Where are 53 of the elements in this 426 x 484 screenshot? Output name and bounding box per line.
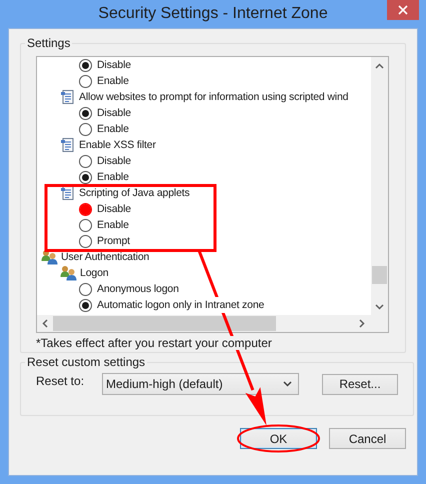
- setting-label[interactable]: Enable XSS filter: [79, 139, 156, 151]
- radio-option[interactable]: Enable: [79, 169, 129, 185]
- radio-option[interactable]: Automatic logon only in Intranet zone: [79, 297, 264, 313]
- radio-button[interactable]: [79, 170, 92, 184]
- group-title: Reset custom settings: [26, 355, 146, 369]
- reset-button[interactable]: Reset...: [322, 374, 398, 394]
- radio-option[interactable]: Enable: [79, 121, 129, 137]
- users-icon: [41, 249, 58, 265]
- chevron-down-icon: [283, 381, 292, 387]
- radio-button[interactable]: [79, 298, 92, 312]
- close-button[interactable]: [387, 0, 419, 20]
- document-icon: [60, 89, 76, 105]
- window-title: Security Settings - Internet Zone: [98, 5, 328, 23]
- radio-option[interactable]: Disable: [79, 57, 131, 73]
- radio-button[interactable]: [79, 122, 92, 136]
- scroll-down-icon[interactable]: [375, 304, 384, 310]
- document-icon: [60, 137, 76, 153]
- radio-button[interactable]: [79, 218, 92, 232]
- restart-note: *Takes effect after you restart your computer: [36, 336, 273, 350]
- reset-level-dropdown[interactable]: Medium-high (default): [102, 373, 299, 395]
- close-icon: [398, 5, 408, 15]
- radio-option[interactable]: Disable: [79, 201, 131, 217]
- radio-button[interactable]: [79, 282, 92, 296]
- settings-list[interactable]: [36, 56, 389, 333]
- horizontal-scrollbar[interactable]: [37, 315, 371, 332]
- radio-option[interactable]: Enable: [79, 73, 129, 89]
- category-label[interactable]: User Authentication: [61, 251, 150, 263]
- radio-option[interactable]: Prompt: [79, 233, 130, 249]
- scroll-up-icon[interactable]: [375, 63, 384, 69]
- radio-button[interactable]: [79, 106, 92, 120]
- vertical-scrollbar[interactable]: [371, 57, 388, 315]
- scroll-right-icon[interactable]: [359, 319, 365, 328]
- users-icon: [60, 265, 77, 281]
- setting-label[interactable]: Allow websites to prompt for information using scripted wind: [79, 91, 348, 103]
- radio-button[interactable]: [79, 74, 92, 88]
- document-icon: [60, 185, 76, 201]
- reset-to-label: Reset to:: [36, 374, 86, 388]
- setting-label[interactable]: Scripting of Java applets: [79, 187, 190, 199]
- scrollbar-thumb[interactable]: [372, 266, 387, 284]
- scrollbar-thumb[interactable]: [53, 316, 276, 331]
- radio-option[interactable]: Enable: [79, 217, 129, 233]
- radio-button[interactable]: [79, 234, 92, 248]
- group-title: Settings: [26, 36, 72, 50]
- radio-option[interactable]: Anonymous logon: [79, 281, 179, 297]
- scroll-left-icon[interactable]: [42, 319, 48, 328]
- cancel-button[interactable]: Cancel: [329, 428, 406, 449]
- radio-button[interactable]: [79, 58, 92, 72]
- setting-label[interactable]: Logon: [80, 267, 108, 279]
- radio-button[interactable]: [79, 202, 92, 216]
- radio-button[interactable]: [79, 154, 92, 168]
- radio-option[interactable]: Disable: [79, 153, 131, 169]
- radio-option[interactable]: Disable: [79, 105, 131, 121]
- ok-button[interactable]: OK: [240, 428, 317, 449]
